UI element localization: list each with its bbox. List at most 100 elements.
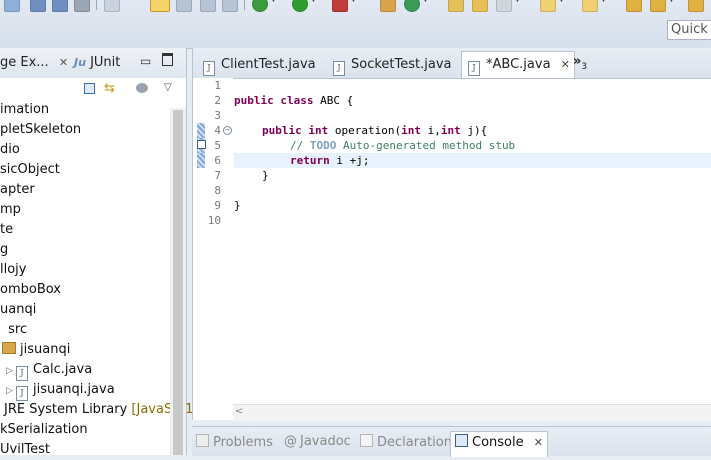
quick-access-input[interactable]: Quick Access bbox=[667, 20, 711, 40]
new-java-package-icon[interactable] bbox=[380, 0, 396, 12]
tree-item-label: dio bbox=[0, 142, 20, 157]
tree-item-label: pletSkeleton bbox=[0, 122, 82, 137]
toolbar-dropdown-arrow-icon[interactable] bbox=[4, 0, 20, 12]
line-number: 4 bbox=[214, 124, 221, 137]
code-keyword: int bbox=[440, 124, 461, 137]
code-line: } bbox=[234, 198, 711, 213]
back-arrow-icon[interactable] bbox=[626, 0, 642, 12]
code-text: ABC { bbox=[313, 94, 354, 107]
tab-label: Javadoc bbox=[300, 434, 351, 449]
tree-item[interactable]: te bbox=[0, 220, 13, 240]
new-java-class-icon[interactable] bbox=[404, 0, 420, 12]
show-whitespace-icon[interactable] bbox=[200, 0, 216, 12]
back-dropdown-icon[interactable] bbox=[650, 0, 666, 12]
tree-item[interactable]: sicObject bbox=[0, 160, 60, 180]
tree-item[interactable]: dio bbox=[0, 140, 20, 160]
open-folder-icon[interactable] bbox=[472, 0, 488, 12]
tab-junit[interactable]: Ju JUnit bbox=[74, 55, 120, 70]
tree-item[interactable]: pletSkeleton bbox=[0, 120, 81, 140]
expand-arrow-icon[interactable]: ▷ bbox=[6, 361, 16, 381]
toggle-mark-occurrences-icon[interactable] bbox=[150, 0, 170, 12]
next-annotation-icon[interactable] bbox=[540, 0, 556, 12]
tree-item[interactable]: g bbox=[0, 240, 8, 260]
tab-label: Declaration bbox=[377, 435, 452, 450]
toggle-block-icon[interactable] bbox=[176, 0, 192, 12]
tab-package-explorer[interactable]: ge Ex... ✕ bbox=[0, 55, 68, 70]
external-tools-icon[interactable] bbox=[332, 0, 348, 12]
expand-arrow-icon[interactable]: ▷ bbox=[6, 381, 16, 401]
link-with-editor-icon[interactable]: ⇆ bbox=[104, 81, 115, 96]
tab-console[interactable]: Console ✕ bbox=[450, 431, 548, 457]
tree-item-label: apter bbox=[0, 182, 35, 197]
horizontal-scrollbar[interactable]: < bbox=[233, 404, 711, 421]
tab-overflow-button[interactable]: »3 bbox=[573, 54, 587, 72]
tree-item[interactable]: imation bbox=[0, 100, 49, 120]
editor-tabbar: J ClientTest.java J SocketTest.java J *ABC.… bbox=[193, 48, 711, 79]
tree-item-label: jisuanqi.java bbox=[33, 382, 115, 397]
java-file-icon: J bbox=[16, 366, 28, 381]
close-icon[interactable]: ✕ bbox=[59, 56, 68, 69]
toggle-breadcrumb-icon[interactable] bbox=[222, 0, 238, 12]
scrollbar-thumb[interactable] bbox=[173, 110, 183, 455]
tree-item[interactable]: JRE System Library [JavaSE-1 bbox=[0, 400, 193, 420]
java-file-icon: J bbox=[203, 61, 215, 76]
line-number: 10 bbox=[207, 214, 221, 227]
code-text: operation( bbox=[328, 124, 402, 137]
tree-item[interactable]: ▷ Jjisuanqi.java bbox=[6, 380, 115, 401]
scroll-left-icon[interactable]: < bbox=[235, 406, 243, 417]
code-line: public class ABC { bbox=[234, 93, 711, 108]
tab-clienttest[interactable]: J ClientTest.java bbox=[197, 52, 327, 78]
tree-item[interactable]: ▷ J Calc.java bbox=[6, 360, 92, 381]
tab-problems[interactable]: Problems bbox=[196, 434, 273, 450]
tree-item[interactable]: mp bbox=[0, 200, 21, 220]
tree-item-label: JRE System Library bbox=[4, 402, 128, 417]
bottom-view-tabbar: Problems @ Javadoc Declaration Console ✕ bbox=[192, 426, 711, 457]
tree-item-label: kSerialization bbox=[0, 422, 88, 437]
java-file-icon: J bbox=[333, 61, 345, 76]
previous-annotation-icon[interactable] bbox=[582, 0, 598, 12]
forward-arrow-icon[interactable] bbox=[688, 0, 704, 12]
declaration-icon bbox=[360, 434, 373, 447]
search-icon[interactable] bbox=[496, 0, 512, 12]
collapse-all-icon[interactable] bbox=[84, 83, 95, 94]
package-explorer-tabbar: ge Ex... ✕ Ju JUnit ▭ bbox=[0, 48, 186, 79]
tree-item[interactable]: apter bbox=[0, 180, 35, 200]
save-icon[interactable] bbox=[30, 0, 46, 12]
save-all-icon[interactable] bbox=[52, 0, 68, 12]
tree-item[interactable]: uanqi bbox=[0, 300, 36, 320]
tab-declaration[interactable]: Declaration bbox=[360, 434, 452, 450]
open-type-icon[interactable] bbox=[448, 0, 464, 12]
tree-item[interactable]: jisuanqi bbox=[0, 340, 70, 360]
tab-label: SocketTest.java bbox=[351, 57, 452, 72]
tree-item-label: src bbox=[8, 322, 28, 337]
tree-item[interactable]: omboBox bbox=[0, 280, 61, 300]
code-line: return i +j; bbox=[290, 153, 711, 168]
tab-abc[interactable]: J *ABC.java ✕ bbox=[461, 51, 575, 78]
main-toolbar: ▼ ▼ ▼ ▼ ▼ ▼ ▼ ▼ Quick Access bbox=[0, 0, 711, 49]
close-icon[interactable]: ✕ bbox=[534, 436, 543, 449]
run-icon[interactable] bbox=[292, 0, 308, 12]
tree-item-label: uanqi bbox=[0, 302, 37, 317]
focus-icon[interactable] bbox=[136, 83, 148, 93]
maximize-icon[interactable] bbox=[162, 53, 173, 66]
line-number: 1 bbox=[214, 79, 221, 92]
code-keyword: return bbox=[290, 154, 330, 167]
code-line: public int operation(int i,int j){ bbox=[262, 123, 711, 138]
close-icon[interactable]: ✕ bbox=[561, 58, 570, 71]
tab-package-explorer-label: ge Ex... bbox=[0, 55, 49, 70]
vertical-scrollbar[interactable] bbox=[170, 108, 186, 455]
tree-item[interactable]: kSerialization bbox=[0, 420, 88, 440]
view-menu-icon[interactable]: ▽ bbox=[164, 82, 172, 93]
tree-item[interactable]: UvilTest bbox=[0, 440, 50, 460]
debug-icon[interactable] bbox=[252, 0, 268, 12]
tree-item[interactable]: src bbox=[0, 320, 27, 340]
tree-item-label: sicObject bbox=[0, 162, 60, 177]
tab-javadoc[interactable]: @ Javadoc bbox=[284, 434, 351, 449]
print-icon[interactable] bbox=[74, 0, 90, 12]
debug-pointer-icon[interactable] bbox=[104, 0, 120, 12]
package-explorer-view: ge Ex... ✕ Ju JUnit ▭ ⇆ ▽ imation pletSk… bbox=[0, 48, 193, 457]
tree-item[interactable]: llojy bbox=[0, 260, 26, 280]
tab-sockettest[interactable]: J SocketTest.java bbox=[327, 52, 461, 78]
fold-collapse-icon[interactable]: − bbox=[223, 126, 232, 135]
minimize-icon[interactable]: ▭ bbox=[140, 54, 151, 68]
